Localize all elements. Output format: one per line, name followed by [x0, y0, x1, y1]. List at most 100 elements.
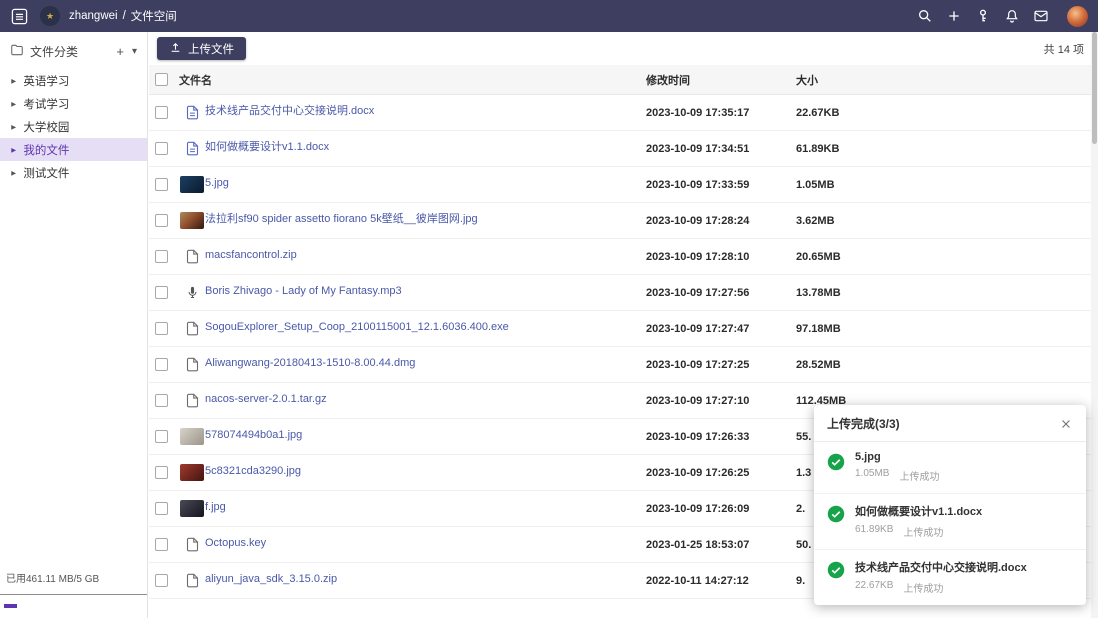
collapse-caret-icon[interactable]: ▾ [132, 47, 137, 57]
file-row[interactable]: 5.jpg 2023-10-09 17:33:59 1.05MB [149, 167, 1098, 203]
row-checkbox[interactable] [155, 358, 168, 371]
file-size: 3.62MB [796, 215, 1098, 227]
file-row[interactable]: Aliwangwang-20180413-1510-8.00.44.dmg 20… [149, 347, 1098, 383]
breadcrumb-space[interactable]: 文件空间 [131, 8, 177, 24]
sidebar-item-英语学习[interactable]: ▶ 英语学习 [0, 69, 147, 92]
file-name-link[interactable]: 578074494b0a1.jpg [205, 429, 302, 441]
file-name-link[interactable]: f.jpg [205, 501, 226, 513]
folder-icon [10, 43, 24, 60]
scrollbar[interactable] [1091, 32, 1098, 618]
row-checkbox[interactable] [155, 286, 168, 299]
sidebar-item-label: 考试学习 [23, 96, 69, 112]
upload-button[interactable]: 上传文件 [157, 37, 246, 60]
row-checkbox[interactable] [155, 574, 168, 587]
file-modified-time: 2023-01-25 18:53:07 [646, 539, 796, 551]
key-icon[interactable] [974, 7, 992, 25]
expand-arrow-icon[interactable]: ▶ [11, 169, 16, 176]
table-header: 文件名 修改时间 大小 [149, 65, 1098, 95]
file-size: 28.52MB [796, 359, 1098, 371]
sidebar-item-我的文件[interactable]: ▶ 我的文件 [0, 138, 147, 161]
file-name-link[interactable]: nacos-server-2.0.1.tar.gz [205, 393, 327, 405]
row-checkbox[interactable] [155, 394, 168, 407]
column-header-size[interactable]: 大小 [796, 72, 1098, 88]
file-modified-time: 2023-10-09 17:27:25 [646, 359, 796, 371]
sidebar: 文件分类 + ▾ ▶ 英语学习 ▶ 考试学习 ▶ 大学校园 ▶ 我的文件 ▶ 测… [0, 32, 148, 618]
bell-icon[interactable] [1003, 7, 1021, 25]
file-row[interactable]: SogouExplorer_Setup_Coop_2100115001_12.1… [149, 311, 1098, 347]
file-row[interactable]: Boris Zhivago - Lady of My Fantasy.mp3 2… [149, 275, 1098, 311]
user-avatar[interactable] [1067, 6, 1088, 27]
upload-button-label: 上传文件 [188, 41, 234, 57]
sidebar-item-label: 我的文件 [23, 142, 69, 158]
row-checkbox[interactable] [155, 466, 168, 479]
toolbar: 上传文件 共 14 项 [149, 32, 1098, 65]
column-header-modified[interactable]: 修改时间 [646, 72, 796, 88]
file-row[interactable]: 法拉利sf90 spider assetto fiorano 5k壁纸__彼岸图… [149, 203, 1098, 239]
column-header-name[interactable]: 文件名 [179, 72, 646, 88]
expand-arrow-icon[interactable]: ▶ [11, 77, 16, 84]
image-thumbnail [180, 212, 204, 229]
file-name-link[interactable]: 5c8321cda3290.jpg [205, 465, 301, 477]
file-row[interactable]: 如何做概要设计v1.1.docx 2023-10-09 17:34:51 61.… [149, 131, 1098, 167]
file-modified-time: 2023-10-09 17:26:09 [646, 503, 796, 515]
storage-progress-fill [4, 604, 17, 608]
file-row[interactable]: macsfancontrol.zip 2023-10-09 17:28:10 2… [149, 239, 1098, 275]
plus-icon[interactable] [945, 7, 963, 25]
file-name-link[interactable]: 法拉利sf90 spider assetto fiorano 5k壁纸__彼岸图… [205, 210, 478, 226]
sidebar-item-label: 英语学习 [23, 73, 69, 89]
file-name-link[interactable]: Aliwangwang-20180413-1510-8.00.44.dmg [205, 357, 415, 369]
file-size: 1.05MB [796, 179, 1098, 191]
row-checkbox[interactable] [155, 538, 168, 551]
sidebar-items: ▶ 英语学习 ▶ 考试学习 ▶ 大学校园 ▶ 我的文件 ▶ 测试文件 [0, 69, 147, 184]
file-name-link[interactable]: 如何做概要设计v1.1.docx [205, 138, 329, 154]
file-icon [185, 537, 200, 552]
file-row[interactable]: 技术线产品交付中心交接说明.docx 2023-10-09 17:35:17 2… [149, 95, 1098, 131]
microphone-icon [185, 285, 200, 300]
close-icon[interactable] [1059, 417, 1073, 431]
file-icon [185, 321, 200, 336]
sidebar-item-大学校园[interactable]: ▶ 大学校园 [0, 115, 147, 138]
sidebar-title: 文件分类 [30, 43, 78, 60]
breadcrumb-user[interactable]: zhangwei [69, 10, 118, 22]
add-category-icon[interactable]: + [116, 45, 124, 58]
menu-icon[interactable] [10, 7, 28, 25]
workspace-avatar[interactable]: ★ [40, 6, 60, 26]
sidebar-item-测试文件[interactable]: ▶ 测试文件 [0, 161, 147, 184]
file-name-link[interactable]: Boris Zhivago - Lady of My Fantasy.mp3 [205, 285, 402, 297]
expand-arrow-icon[interactable]: ▶ [11, 123, 16, 130]
file-name-link[interactable]: 5.jpg [205, 177, 229, 189]
row-checkbox[interactable] [155, 214, 168, 227]
success-check-icon [827, 505, 845, 523]
image-thumbnail [180, 464, 204, 481]
select-all-checkbox[interactable] [155, 73, 168, 86]
row-checkbox[interactable] [155, 142, 168, 155]
row-checkbox[interactable] [155, 430, 168, 443]
sidebar-item-考试学习[interactable]: ▶ 考试学习 [0, 92, 147, 115]
expand-arrow-icon[interactable]: ▶ [11, 146, 16, 153]
sidebar-item-label: 测试文件 [23, 165, 69, 181]
row-checkbox[interactable] [155, 322, 168, 335]
file-name-link[interactable]: macsfancontrol.zip [205, 249, 297, 261]
scrollbar-thumb[interactable] [1092, 32, 1097, 144]
document-icon [185, 141, 200, 156]
file-name-link[interactable]: SogouExplorer_Setup_Coop_2100115001_12.1… [205, 321, 509, 333]
row-checkbox[interactable] [155, 502, 168, 515]
row-checkbox[interactable] [155, 106, 168, 119]
row-checkbox[interactable] [155, 250, 168, 263]
file-name-link[interactable]: Octopus.key [205, 537, 266, 549]
toast-title: 上传完成(3/3) [827, 415, 900, 432]
mail-icon[interactable] [1032, 7, 1050, 25]
file-modified-time: 2023-10-09 17:26:25 [646, 467, 796, 479]
file-modified-time: 2023-10-09 17:26:33 [646, 431, 796, 443]
uploaded-file-name: 5.jpg [855, 451, 939, 463]
row-checkbox[interactable] [155, 178, 168, 191]
storage-divider [0, 594, 147, 595]
search-icon[interactable] [916, 7, 934, 25]
file-icon [185, 249, 200, 264]
file-name-link[interactable]: aliyun_java_sdk_3.15.0.zip [205, 573, 337, 585]
success-check-icon [827, 453, 845, 471]
uploaded-file-size: 22.67KB [855, 580, 893, 595]
file-name-link[interactable]: 技术线产品交付中心交接说明.docx [205, 102, 374, 118]
expand-arrow-icon[interactable]: ▶ [11, 100, 16, 107]
file-modified-time: 2023-10-09 17:33:59 [646, 179, 796, 191]
